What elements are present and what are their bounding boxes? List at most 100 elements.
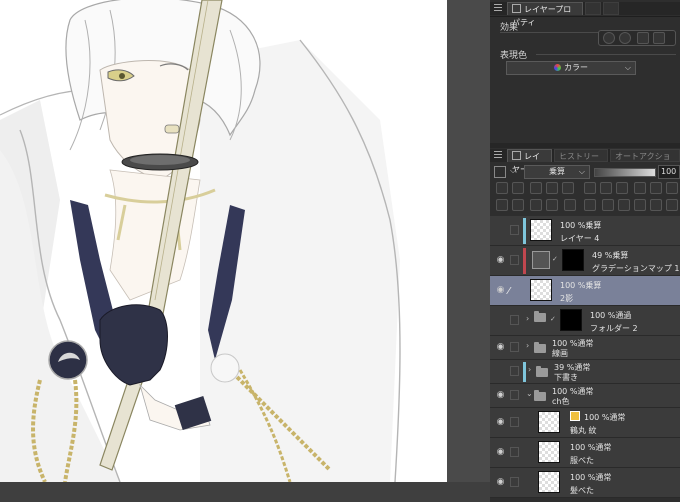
- tool-icon-11[interactable]: [666, 182, 678, 194]
- canvas-status-bar: [0, 482, 490, 502]
- opacity-input[interactable]: 100: [658, 165, 680, 179]
- eye-icon[interactable]: ◉: [496, 478, 505, 487]
- tab-history[interactable]: ヒストリー: [554, 149, 608, 162]
- chevron-down-icon[interactable]: ⌄: [526, 389, 533, 398]
- tool-icon-14[interactable]: [530, 199, 542, 211]
- folder-icon: [534, 342, 546, 353]
- layer-color-bar: [523, 248, 526, 274]
- tab-extra-2[interactable]: [603, 2, 619, 15]
- blend-mode-dropdown[interactable]: 乗算 ⌵: [524, 165, 590, 179]
- tool-icon-22[interactable]: [666, 199, 678, 211]
- expression-divider: [536, 54, 676, 55]
- lock-toggle[interactable]: [510, 447, 519, 457]
- tool-icon-19[interactable]: [618, 199, 630, 211]
- layer-thumbnail: [530, 219, 552, 241]
- expression-color-dropdown[interactable]: カラー ⌵: [506, 61, 636, 75]
- layer-list: 100 %乗算 レイヤー 4 ◉ ✓ 49 %乗算 グラデーションマップ 1 ◉…: [490, 216, 680, 502]
- lock-toggle[interactable]: [510, 315, 519, 325]
- tool-icon-15[interactable]: [546, 199, 558, 211]
- gradient-map-icon: [532, 251, 550, 269]
- tool-icon-18[interactable]: [602, 199, 614, 211]
- tone-effect-icon[interactable]: [637, 32, 649, 44]
- tool-icon-10[interactable]: [650, 182, 662, 194]
- canvas-area[interactable]: [0, 0, 490, 502]
- blend-expand-icon[interactable]: ⌵: [510, 166, 516, 176]
- layer-property-tabbar: レイヤープロパティ: [490, 2, 680, 27]
- chevron-right-icon[interactable]: ›: [526, 314, 529, 323]
- layers-icon: [512, 151, 521, 160]
- lock-toggle[interactable]: [510, 342, 519, 352]
- link-icon: ✓: [552, 255, 558, 263]
- canvas-paper[interactable]: [0, 0, 447, 482]
- lock-toggle[interactable]: [510, 366, 519, 376]
- lock-toggle[interactable]: [510, 477, 519, 487]
- opacity-slider[interactable]: [594, 168, 656, 177]
- expression-color-value: カラー: [564, 63, 588, 72]
- tool-icon-21[interactable]: [650, 199, 662, 211]
- expression-color-label: 表現色: [500, 51, 528, 61]
- tool-icon-17[interactable]: [584, 199, 596, 211]
- chevron-right-icon[interactable]: ›: [526, 341, 529, 350]
- layer-blend-mode: 49 %乗算: [592, 251, 629, 260]
- eye-icon[interactable]: ◉: [496, 391, 505, 400]
- tool-icon-5[interactable]: [562, 182, 574, 194]
- layer-row[interactable]: › 39 %通常 下書き: [490, 360, 680, 384]
- panel-splitter[interactable]: [490, 143, 680, 148]
- tab-extra-1[interactable]: [585, 2, 601, 15]
- layer-row[interactable]: ◉ ⌄ 100 %通常 ch色: [490, 384, 680, 408]
- blend-mode-value: 乗算: [549, 167, 565, 176]
- tool-icon-9[interactable]: [634, 182, 646, 194]
- border-effect-icon[interactable]: [603, 32, 615, 44]
- layer-row[interactable]: 100 %乗算 レイヤー 4: [490, 216, 680, 246]
- layer-blend-mode: 100 %乗算: [560, 221, 602, 230]
- layer-blend-mode: 100 %通常: [570, 443, 612, 452]
- tool-icon-8[interactable]: [616, 182, 628, 194]
- eye-icon[interactable]: ◉: [496, 343, 505, 352]
- tab-layer[interactable]: レイヤー: [507, 149, 552, 174]
- tab-auto-action[interactable]: オートアクション: [610, 149, 680, 162]
- eye-icon[interactable]: ◉: [496, 256, 505, 265]
- lock-toggle[interactable]: [510, 255, 519, 265]
- chevron-right-icon[interactable]: ›: [528, 365, 531, 374]
- folder-icon: [534, 311, 546, 322]
- lock-icon[interactable]: [584, 182, 596, 194]
- tab-layer-property[interactable]: レイヤープロパティ: [507, 2, 583, 27]
- layer-color-toggle[interactable]: [494, 166, 506, 178]
- layer-row[interactable]: ◉ ✓ 49 %乗算 グラデーションマップ 1: [490, 246, 680, 276]
- layer-panel-menu-icon[interactable]: [494, 151, 502, 160]
- layer-thumbnail: [538, 411, 560, 433]
- layer-row[interactable]: ◉ ⁄ 100 %乗算 2影: [490, 276, 680, 306]
- tool-icon-20[interactable]: [634, 199, 646, 211]
- panel-menu-icon[interactable]: [494, 4, 502, 13]
- eye-icon[interactable]: ◉: [496, 448, 505, 457]
- layer-row[interactable]: › ✓ 100 %通過 フォルダー 2: [490, 306, 680, 336]
- eye-icon[interactable]: ◉: [496, 418, 505, 427]
- layer-thumbnail: [538, 441, 560, 463]
- tool-icon-7[interactable]: [600, 182, 612, 194]
- tab-auto-action-label: オートアクション: [615, 152, 671, 161]
- lock-toggle[interactable]: [510, 390, 519, 400]
- layer-blend-mode: 100 %通常: [584, 413, 626, 422]
- layer-property-icon: [512, 4, 521, 13]
- lock-toggle[interactable]: [510, 417, 519, 427]
- tool-icon-13[interactable]: [512, 199, 524, 211]
- tool-icon-12[interactable]: [496, 199, 508, 211]
- layer-name: ch色: [552, 397, 570, 406]
- tool-icon-3[interactable]: [530, 182, 542, 194]
- lock-toggle[interactable]: [510, 225, 519, 235]
- layer-toolbar-1: [490, 181, 680, 195]
- layer-row[interactable]: ◉ 100 %通常 鶴丸 紋: [490, 408, 680, 438]
- eye-icon[interactable]: ◉: [496, 286, 505, 295]
- tool-icon-1[interactable]: [496, 182, 508, 194]
- layer-row[interactable]: ◉ › 100 %通常 線画: [490, 336, 680, 360]
- color-wheel-icon: [554, 64, 561, 71]
- layer-row[interactable]: ◉ 100 %通常 服べた: [490, 438, 680, 468]
- layer-blend-mode: 100 %乗算: [560, 281, 602, 290]
- watercolor-edge-icon[interactable]: [619, 32, 631, 44]
- tool-icon-2[interactable]: [512, 182, 524, 194]
- layer-row[interactable]: ◉ 100 %通常 髪べた: [490, 468, 680, 498]
- tool-icon-16[interactable]: [564, 199, 576, 211]
- layer-color-icon[interactable]: [653, 32, 665, 44]
- layer-name: 髪べた: [570, 486, 594, 495]
- tool-icon-4[interactable]: [546, 182, 558, 194]
